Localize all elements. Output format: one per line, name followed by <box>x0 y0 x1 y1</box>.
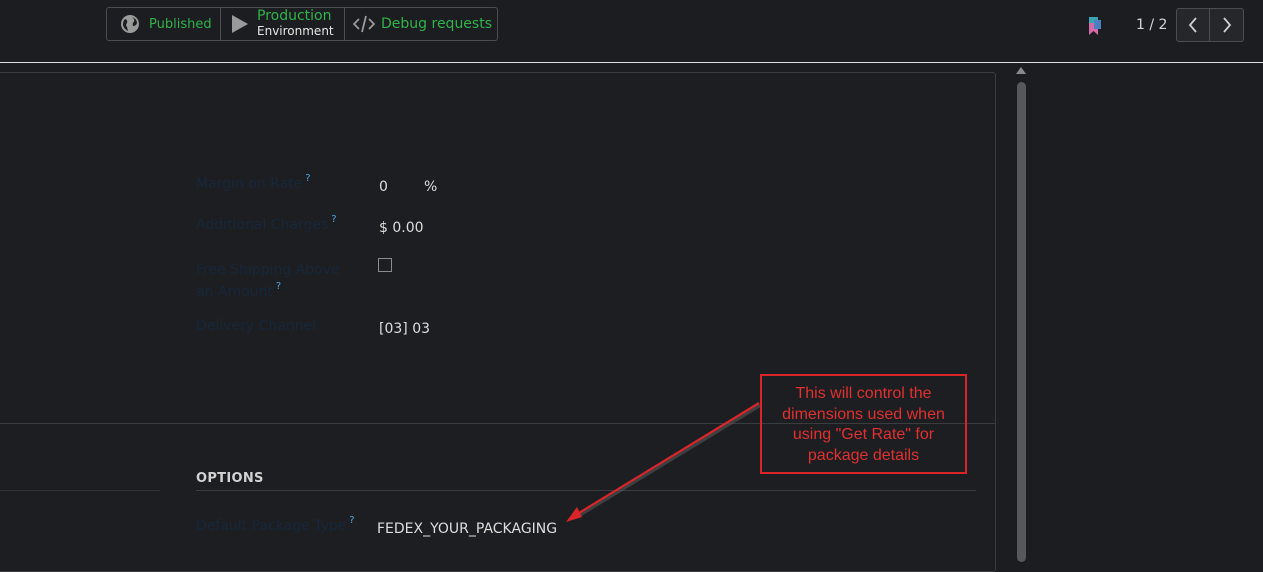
annotation-callout: This will control the dimensions used wh… <box>760 374 967 474</box>
annotation-arrow <box>566 402 762 522</box>
